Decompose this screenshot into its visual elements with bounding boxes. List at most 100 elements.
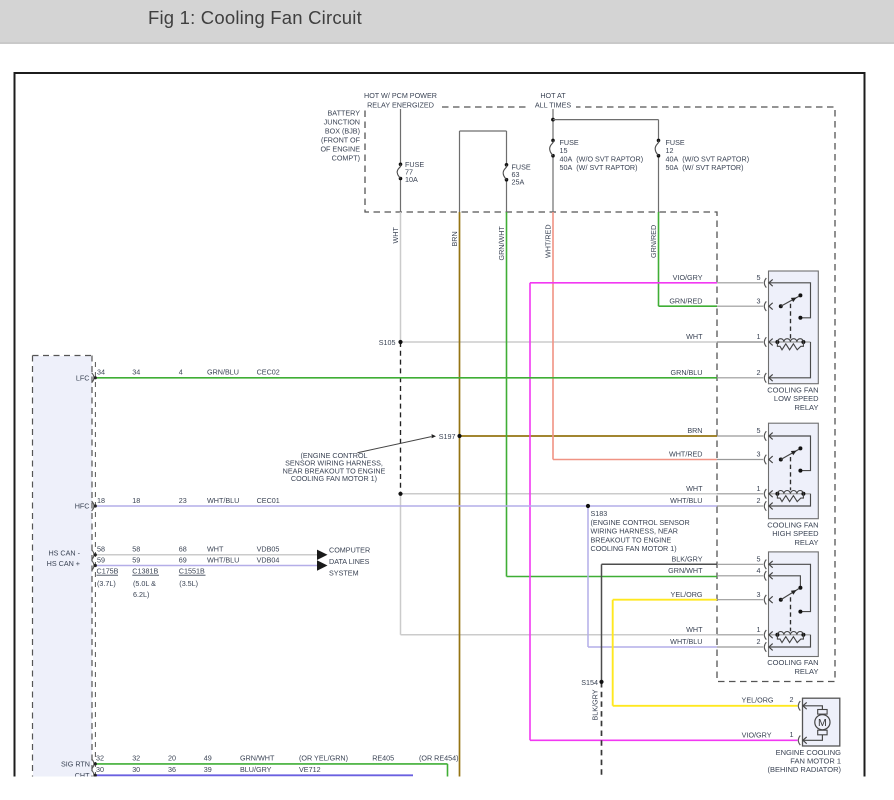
svg-text:S154: S154 [581,678,598,687]
svg-text:OF ENGINE: OF ENGINE [320,144,360,153]
svg-text:WHT: WHT [686,484,703,493]
svg-text:30: 30 [96,765,104,774]
svg-text:5: 5 [757,426,761,435]
svg-text:WHT/BLU: WHT/BLU [670,637,702,646]
svg-text:3: 3 [757,296,761,305]
svg-text:GRN/WHT: GRN/WHT [240,754,275,763]
svg-text:HS CAN -: HS CAN - [48,548,80,557]
svg-text:(BEHIND RADIATOR): (BEHIND RADIATOR) [768,765,842,774]
svg-text:23: 23 [179,496,187,505]
svg-text:GRN/WHT: GRN/WHT [497,226,506,261]
svg-text:COOLING FAN: COOLING FAN [767,520,818,529]
svg-text:34: 34 [132,368,140,377]
svg-text:BLK/GRY: BLK/GRY [671,554,702,563]
svg-text:HS CAN +: HS CAN + [47,559,80,568]
svg-text:FAN MOTOR 1: FAN MOTOR 1 [790,757,841,766]
svg-text:(FRONT OF: (FRONT OF [321,135,361,144]
svg-text:COMPT): COMPT) [332,153,360,162]
svg-text:58: 58 [97,545,105,554]
svg-text:S183: S183 [591,509,608,518]
svg-text:2: 2 [757,368,761,377]
svg-text:49: 49 [204,754,212,763]
svg-text:BOX (BJB): BOX (BJB) [325,126,360,135]
svg-text:ALL TIMES: ALL TIMES [535,100,572,109]
svg-text:RELAY: RELAY [794,667,818,676]
svg-text:58: 58 [132,545,140,554]
svg-text:BRN: BRN [450,231,459,246]
svg-text:BREAKOUT TO ENGINE: BREAKOUT TO ENGINE [591,535,672,544]
svg-text:WHT/RED: WHT/RED [544,224,553,258]
svg-text:2: 2 [790,695,794,704]
svg-text:20: 20 [168,754,176,763]
svg-text:YEL/ORG: YEL/ORG [671,590,703,599]
svg-text:50A (W/ SVT RAPTOR): 50A (W/ SVT RAPTOR) [666,163,744,172]
svg-text:GRN/BLU: GRN/BLU [671,368,703,377]
svg-text:JUNCTION: JUNCTION [324,117,360,126]
svg-text:VDB04: VDB04 [257,555,280,564]
svg-text:WHT/BLU: WHT/BLU [670,496,702,505]
svg-text:YEL/ORG: YEL/ORG [742,696,774,705]
svg-text:RE405: RE405 [372,754,394,763]
svg-text:(OR RE454): (OR RE454) [419,754,459,763]
svg-text:WIRING HARNESS, NEAR: WIRING HARNESS, NEAR [591,527,678,536]
svg-text:C1551B: C1551B [179,567,205,576]
svg-text:VIO/GRY: VIO/GRY [673,273,703,282]
svg-text:BATTERY: BATTERY [328,108,361,117]
svg-text:VE712: VE712 [299,765,321,774]
svg-text:RELAY ENERGIZED: RELAY ENERGIZED [367,100,434,109]
svg-text:18: 18 [97,496,105,505]
svg-text:(5.0L &: (5.0L & [133,579,156,588]
svg-text:36: 36 [168,765,176,774]
svg-text:WHT/BLU: WHT/BLU [207,555,239,564]
svg-text:COOLING FAN MOTOR 1): COOLING FAN MOTOR 1) [291,474,377,483]
svg-text:3: 3 [757,590,761,599]
svg-text:C1381B: C1381B [132,567,158,576]
svg-text:LOW SPEED: LOW SPEED [774,394,819,403]
svg-text:COOLING FAN: COOLING FAN [767,385,818,394]
svg-text:30: 30 [132,765,140,774]
svg-text:WHT: WHT [391,227,400,244]
svg-text:BLU/GRY: BLU/GRY [240,765,272,774]
svg-text:5: 5 [757,273,761,282]
svg-text:2: 2 [757,496,761,505]
svg-text:HIGH SPEED: HIGH SPEED [772,529,819,538]
svg-text:HOT W/ PCM POWER: HOT W/ PCM POWER [364,91,437,100]
svg-text:1: 1 [757,484,761,493]
svg-text:SIG RTN: SIG RTN [61,759,90,768]
svg-text:59: 59 [97,555,105,564]
svg-text:COOLING FAN: COOLING FAN [767,658,818,667]
svg-text:2: 2 [757,637,761,646]
svg-text:SYSTEM: SYSTEM [329,569,359,578]
svg-text:68: 68 [179,545,187,554]
svg-text:(ENGINE CONTROL SENSOR: (ENGINE CONTROL SENSOR [591,518,690,527]
svg-text:1: 1 [790,730,794,739]
svg-text:RELAY: RELAY [794,538,818,547]
svg-text:GRN/RED: GRN/RED [669,296,702,305]
svg-text:6.2L): 6.2L) [133,590,149,599]
svg-text:3: 3 [757,450,761,459]
svg-text:GRN/WHT: GRN/WHT [668,566,703,575]
svg-text:4: 4 [179,368,183,377]
svg-text:WHT/RED: WHT/RED [669,450,703,459]
svg-text:1: 1 [757,625,761,634]
svg-text:(3.7L): (3.7L) [97,579,116,588]
svg-text:18: 18 [132,496,140,505]
svg-text:39: 39 [204,765,212,774]
svg-text:GRN/RED: GRN/RED [649,225,658,258]
svg-text:WHT/BLU: WHT/BLU [207,496,239,505]
svg-text:C175B: C175B [97,567,119,576]
svg-text:CEC01: CEC01 [257,496,280,505]
svg-text:HOT AT: HOT AT [540,91,566,100]
svg-text:CEC02: CEC02 [257,368,280,377]
svg-text:S105: S105 [379,338,396,347]
svg-text:BRN: BRN [687,426,702,435]
svg-text:LFC: LFC [76,374,90,383]
svg-text:COOLING FAN MOTOR 1): COOLING FAN MOTOR 1) [591,544,677,553]
svg-text:WHT: WHT [686,625,703,634]
svg-text:50A (W/ SVT RAPTOR): 50A (W/ SVT RAPTOR) [560,163,638,172]
svg-text:(OR YEL/GRN): (OR YEL/GRN) [299,754,348,763]
svg-text:S197: S197 [439,432,456,441]
svg-text:32: 32 [96,754,104,763]
svg-text:VIO/GRY: VIO/GRY [742,730,772,739]
svg-text:WHT: WHT [686,332,703,341]
